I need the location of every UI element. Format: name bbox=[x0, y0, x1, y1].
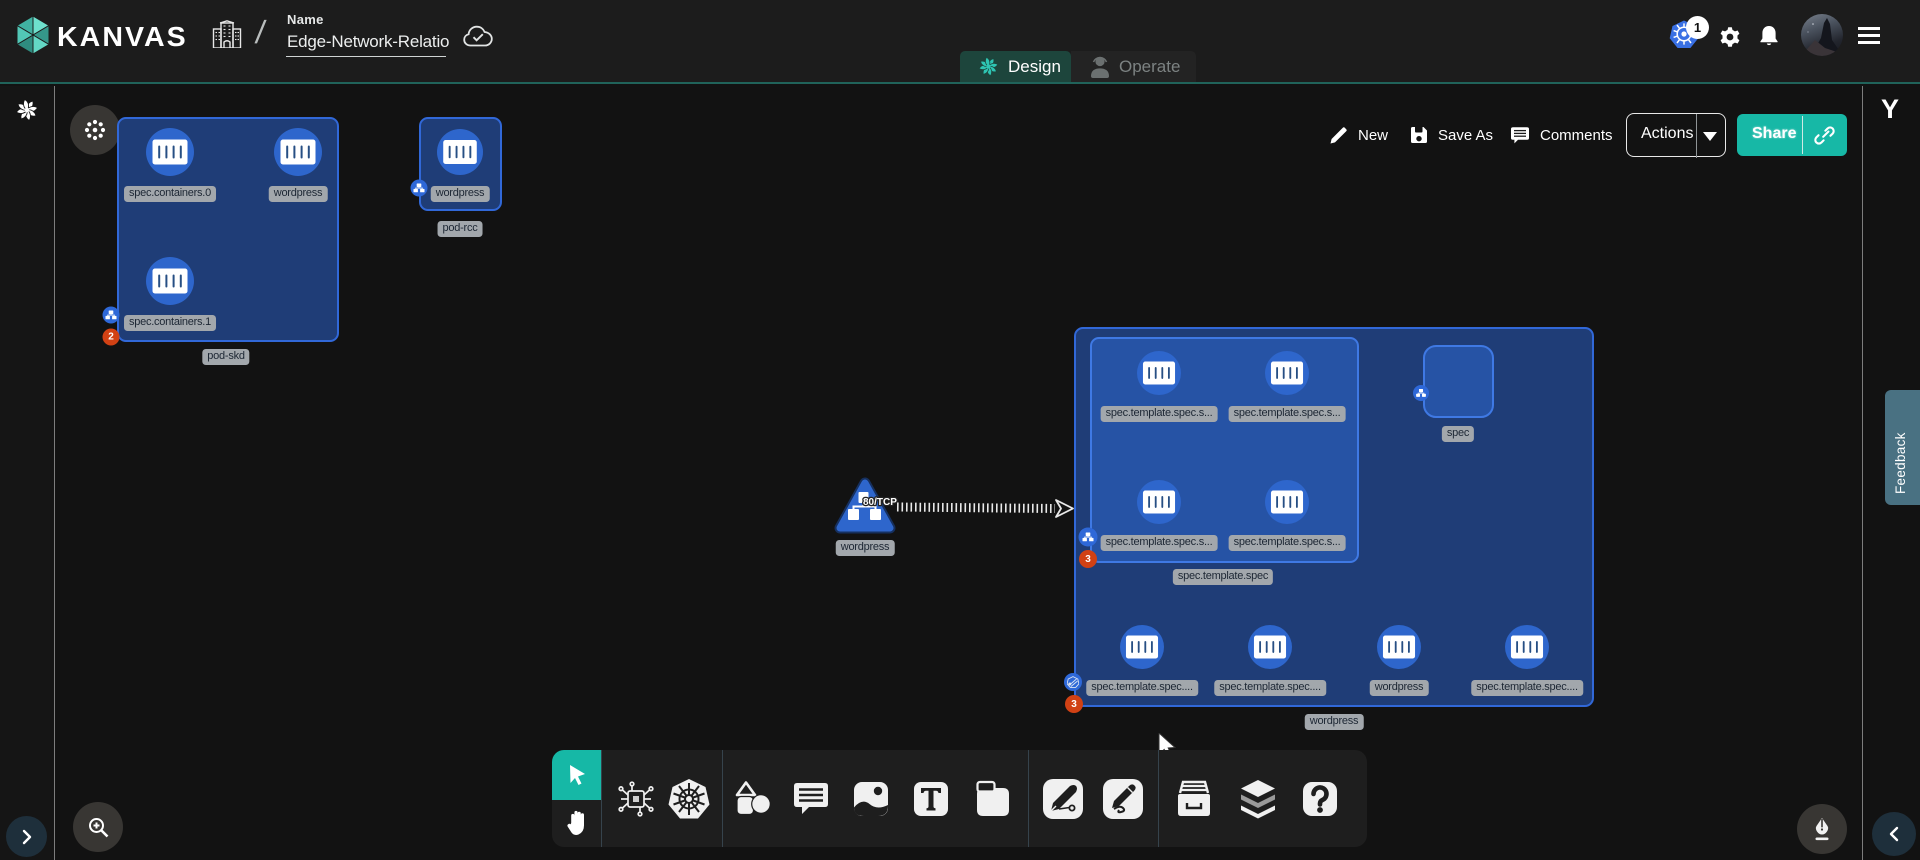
svg-text:80/TCP: 80/TCP bbox=[863, 497, 897, 508]
